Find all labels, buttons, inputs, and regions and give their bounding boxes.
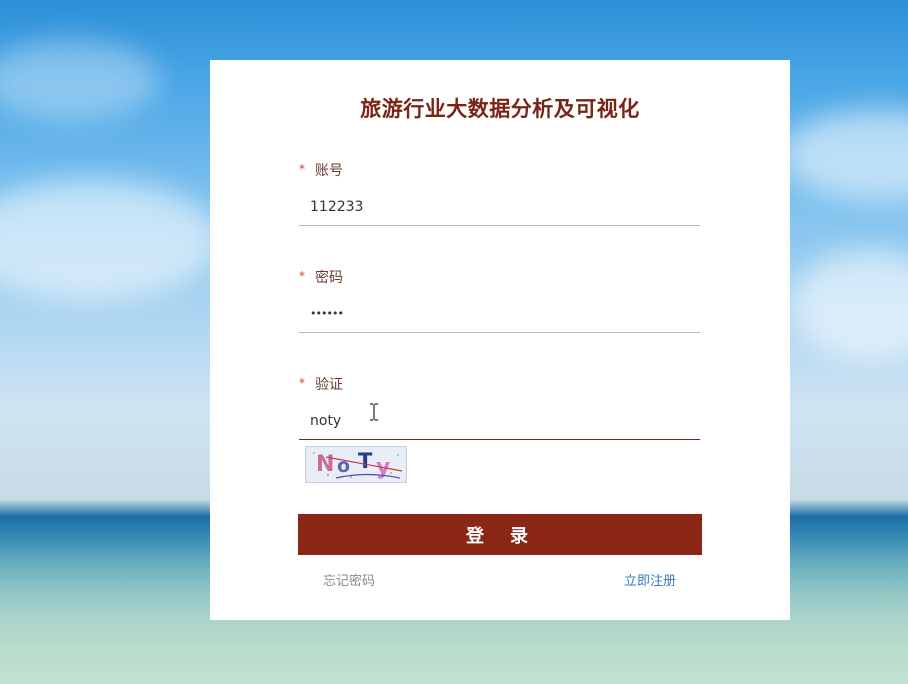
password-label: 密码 — [315, 270, 343, 286]
text-cursor-icon — [370, 403, 378, 421]
cloud-shape — [780, 110, 908, 200]
login-button[interactable]: 登录 — [298, 514, 702, 555]
password-label-row: * 密码 — [299, 267, 343, 287]
verify-input[interactable] — [299, 402, 700, 440]
required-mark: * — [299, 162, 305, 176]
captcha-graphic: N o T y — [313, 449, 403, 480]
account-input[interactable] — [299, 188, 700, 226]
verify-label-row: * 验证 — [299, 374, 343, 394]
captcha-char: N — [316, 452, 334, 477]
register-link[interactable]: 立即注册 — [624, 570, 676, 589]
cloud-shape — [0, 180, 220, 300]
login-card: 旅游行业大数据分析及可视化 * 账号 * 密码 * 验证 — [210, 60, 790, 620]
cloud-shape — [790, 250, 908, 360]
account-label: 账号 — [315, 163, 343, 179]
captcha-char: o — [337, 455, 350, 477]
cloud-shape — [0, 40, 160, 120]
password-input[interactable] — [299, 295, 700, 333]
required-mark: * — [299, 269, 305, 283]
captcha-char: T — [358, 449, 373, 473]
captcha-image[interactable]: N o T y — [305, 446, 407, 483]
page-title: 旅游行业大数据分析及可视化 — [360, 97, 640, 121]
required-mark: * — [299, 376, 305, 390]
verify-label: 验证 — [315, 377, 343, 393]
forgot-password-link[interactable]: 忘记密码 — [323, 570, 375, 589]
account-label-row: * 账号 — [299, 160, 343, 180]
